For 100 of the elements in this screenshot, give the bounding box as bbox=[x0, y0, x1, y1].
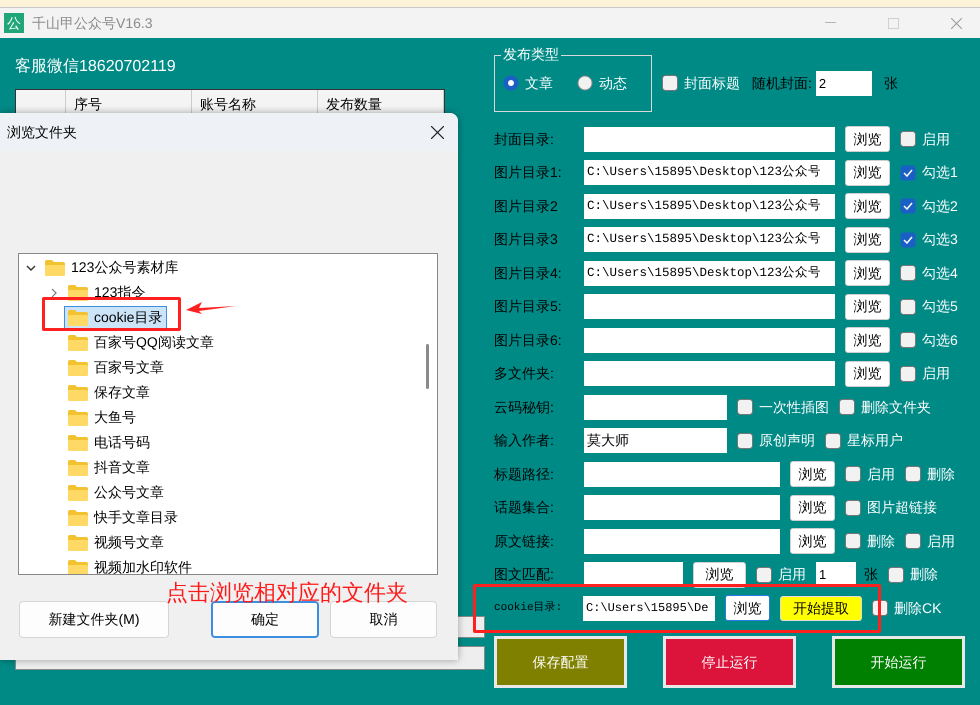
folder-item[interactable]: 123公众号素材库 bbox=[41, 256, 184, 280]
text-field[interactable] bbox=[584, 294, 835, 319]
unit-label: 张 bbox=[864, 565, 878, 584]
folder-item[interactable]: 百家号文章 bbox=[64, 356, 169, 380]
checkbox-label: 删除 bbox=[910, 565, 938, 584]
checkbox-label: 星标用户 bbox=[847, 431, 903, 450]
checkbox[interactable] bbox=[900, 298, 916, 314]
folder-icon bbox=[45, 260, 65, 276]
browse-button[interactable]: 浏览 bbox=[845, 126, 890, 152]
folder-label: 视频号文章 bbox=[94, 533, 164, 552]
folder-item[interactable]: 抖音文章 bbox=[64, 456, 155, 480]
radio-button[interactable] bbox=[503, 75, 519, 91]
checkbox[interactable] bbox=[825, 432, 841, 448]
folder-label: 视频加水印软件 bbox=[94, 558, 192, 574]
browse-button[interactable]: 浏览 bbox=[845, 260, 890, 286]
checkbox[interactable] bbox=[905, 466, 921, 482]
browse-button[interactable]: 浏览 bbox=[845, 193, 890, 219]
save-button[interactable]: 保存配置 bbox=[494, 636, 627, 688]
random-cover-field[interactable]: 2 bbox=[816, 70, 872, 96]
field-label: cookie目录: bbox=[494, 600, 564, 616]
folder-icon bbox=[68, 434, 88, 450]
browse-button[interactable]: 浏览 bbox=[845, 160, 890, 186]
browse-button[interactable]: 浏览 bbox=[790, 494, 835, 520]
folder-item[interactable]: 快手文章目录 bbox=[64, 506, 183, 530]
stop-button[interactable]: 停止运行 bbox=[663, 636, 796, 688]
checkbox[interactable] bbox=[900, 164, 916, 180]
checkbox[interactable] bbox=[845, 466, 861, 482]
text-field[interactable]: C:\Users\15895\Desktop\123公众号 bbox=[584, 194, 835, 218]
text-field[interactable]: C:\Users\15895\De bbox=[583, 596, 715, 620]
browse-button[interactable]: 浏览 bbox=[845, 294, 890, 320]
text-field[interactable] bbox=[584, 361, 835, 386]
checkbox-label: 勾选3 bbox=[922, 230, 958, 249]
folder-label: 大鱼号 bbox=[94, 408, 136, 427]
close-icon[interactable] bbox=[431, 126, 444, 138]
field-label: 图片目录1: bbox=[494, 163, 563, 182]
checkbox[interactable] bbox=[845, 533, 861, 549]
folder-item[interactable]: 公众号文章 bbox=[64, 480, 169, 504]
contact-text: 客服微信18620702119 bbox=[15, 56, 177, 77]
dialog-button[interactable]: 新建文件夹(M) bbox=[19, 601, 169, 638]
text-field[interactable]: C:\Users\15895\Desktop\123公众号 bbox=[584, 227, 835, 252]
folder-item[interactable]: cookie目录 bbox=[64, 306, 168, 330]
browse-button[interactable]: 浏览 bbox=[790, 528, 835, 554]
text-field[interactable]: C:\Users\15895\Desktop\123公众号 bbox=[584, 260, 835, 286]
folder-item[interactable]: 电话号码 bbox=[64, 430, 155, 454]
text-field[interactable] bbox=[584, 126, 835, 152]
checkbox[interactable] bbox=[900, 332, 916, 348]
checkbox[interactable] bbox=[888, 566, 904, 582]
text-field[interactable] bbox=[584, 462, 780, 486]
checkbox[interactable] bbox=[900, 131, 916, 147]
group-legend: 发布类型 bbox=[501, 46, 561, 62]
checkbox[interactable] bbox=[737, 399, 753, 415]
folder-item[interactable]: 百家号QQ阅读文章 bbox=[64, 330, 219, 354]
chevron-right-icon[interactable] bbox=[49, 288, 59, 298]
text-field[interactable]: C:\Users\15895\Desktop\123公众号 bbox=[584, 160, 835, 185]
chevron-down-icon[interactable] bbox=[26, 262, 36, 272]
checkbox[interactable] bbox=[905, 533, 921, 549]
checkbox-label: 勾选2 bbox=[922, 196, 958, 216]
checkbox[interactable] bbox=[900, 198, 916, 214]
checkbox[interactable] bbox=[839, 399, 855, 415]
folder-label: 电话号码 bbox=[94, 433, 150, 452]
arrow-icon bbox=[186, 301, 236, 315]
text-field[interactable] bbox=[584, 495, 780, 520]
folder-item[interactable]: 视频号文章 bbox=[64, 530, 169, 554]
checkbox[interactable] bbox=[845, 500, 861, 516]
folder-item[interactable]: 保存文章 bbox=[64, 380, 155, 404]
start-button[interactable]: 开始运行 bbox=[832, 636, 965, 688]
checkbox-label: 启用 bbox=[922, 364, 950, 383]
folder-label: 抖音文章 bbox=[94, 458, 150, 477]
folder-icon bbox=[68, 334, 88, 350]
field-label: 原文链接: bbox=[494, 532, 555, 550]
checkbox[interactable] bbox=[662, 75, 678, 91]
browse-button[interactable]: 浏览 bbox=[790, 461, 835, 487]
folder-icon bbox=[68, 410, 88, 426]
checkbox[interactable] bbox=[756, 566, 772, 582]
checkbox-label: 启用 bbox=[927, 532, 955, 550]
checkbox-label: 删除 bbox=[867, 532, 895, 550]
extract-button[interactable]: 开始提取 bbox=[780, 596, 862, 620]
window-title: 千山甲公众号V16.3 bbox=[32, 14, 153, 32]
dialog-title: 浏览文件夹 bbox=[7, 122, 77, 142]
browse-button[interactable]: 浏览 bbox=[725, 595, 770, 621]
browse-button[interactable]: 浏览 bbox=[845, 360, 890, 386]
checkbox[interactable] bbox=[737, 432, 753, 448]
radio-button[interactable] bbox=[577, 75, 593, 91]
folder-item[interactable]: 大鱼号 bbox=[64, 406, 141, 430]
text-field[interactable] bbox=[584, 328, 835, 352]
checkbox-label: 一次性插图 bbox=[759, 398, 829, 416]
text-field[interactable]: 莫大师 bbox=[584, 428, 727, 453]
folder-label: 百家号QQ阅读文章 bbox=[94, 333, 214, 352]
scrollbar-thumb[interactable] bbox=[426, 344, 429, 389]
browse-button[interactable]: 浏览 bbox=[845, 226, 890, 252]
folder-item[interactable]: 视频加水印软件 bbox=[64, 556, 197, 574]
checkbox[interactable] bbox=[900, 232, 916, 248]
browse-button[interactable]: 浏览 bbox=[845, 327, 890, 353]
checkbox[interactable] bbox=[900, 366, 916, 382]
text-field[interactable] bbox=[584, 528, 780, 554]
checkbox[interactable] bbox=[900, 265, 916, 281]
text-field[interactable] bbox=[584, 394, 727, 420]
folder-icon bbox=[68, 460, 88, 476]
checkbox-label: 删除 bbox=[927, 464, 955, 484]
folder-icon bbox=[68, 310, 88, 326]
